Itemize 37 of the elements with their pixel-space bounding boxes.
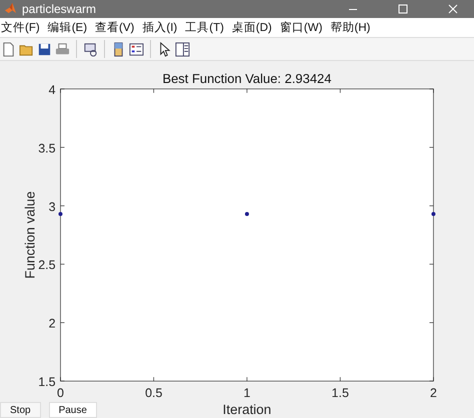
- save-icon[interactable]: [37, 42, 52, 57]
- panel-icon[interactable]: [175, 42, 190, 57]
- y-tick-label: 2.5: [38, 258, 56, 272]
- x-tick-label: 2: [430, 386, 437, 400]
- menu-item[interactable]: 桌面(D): [230, 20, 275, 36]
- menu-item[interactable]: 查看(V): [94, 20, 138, 36]
- x-tick-label: 0: [57, 386, 64, 400]
- data-point: [58, 212, 62, 216]
- menu-item[interactable]: 窗口(W): [278, 20, 326, 36]
- legend-icon[interactable]: [129, 42, 144, 57]
- data-point: [244, 212, 249, 216]
- x-tick-label: 1.5: [332, 386, 349, 400]
- print-preview-icon[interactable]: [83, 42, 98, 57]
- close-icon[interactable]: [447, 2, 459, 15]
- y-tick-label: 3.5: [38, 141, 56, 156]
- menu-item[interactable]: 插入(I): [141, 20, 180, 36]
- window-title: particleswarm: [22, 2, 96, 16]
- x-tick-label: 1: [244, 386, 250, 400]
- stop-button[interactable]: Stop: [0, 402, 41, 418]
- data-point: [431, 212, 436, 216]
- menu-item[interactable]: 编辑(E): [46, 20, 90, 36]
- new-file-icon[interactable]: [1, 42, 16, 57]
- menu-item[interactable]: 帮助(H): [329, 20, 374, 36]
- menu-item[interactable]: 工具(T): [184, 20, 227, 36]
- maximize-icon[interactable]: [397, 2, 409, 15]
- y-tick-label: 1.5: [38, 375, 56, 390]
- y-tick-label: 2: [48, 316, 56, 331]
- y-axis-label: Function value: [22, 191, 38, 279]
- chart-title: Best Function Value: 2.93424: [162, 70, 332, 86]
- pause-button[interactable]: Pause: [48, 402, 97, 418]
- app-logo-icon: [4, 2, 17, 16]
- print-icon[interactable]: [55, 42, 70, 57]
- y-tick-label: 3: [48, 200, 56, 214]
- menu-item[interactable]: 文件(F): [0, 20, 43, 36]
- y-tick-label: 4: [48, 82, 56, 97]
- x-tick-label: 0.5: [145, 386, 162, 400]
- x-axis-label: Iteration: [222, 402, 272, 418]
